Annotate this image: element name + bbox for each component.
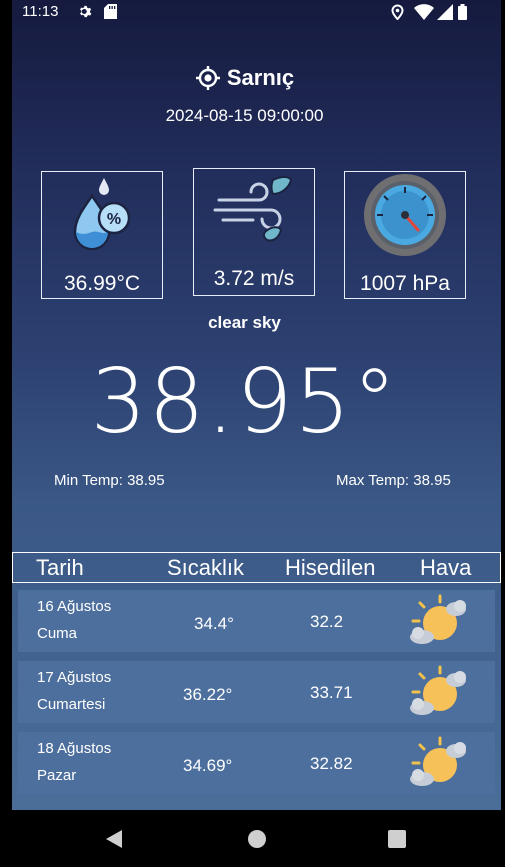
header-date: Tarih xyxy=(36,555,84,580)
header-feels-like: Hisedilen xyxy=(285,555,376,580)
weather-description: clear sky xyxy=(208,313,281,332)
row-feels-like: 33.71 xyxy=(310,683,353,702)
forecast-row[interactable]: 17 Ağustos Cumartesi 36.22° 33.71 xyxy=(18,661,495,723)
svg-text:%: % xyxy=(107,211,121,228)
barometer-icon xyxy=(364,174,446,256)
header-weather: Hava xyxy=(420,555,472,580)
recents-button[interactable] xyxy=(388,830,406,848)
datetime-label: 2024-08-15 09:00:00 xyxy=(165,106,324,125)
forecast-row[interactable]: 18 Ağustos Pazar 34.69° 32.82 xyxy=(18,732,495,794)
status-bar: 11:13 xyxy=(0,0,505,24)
pressure-value: 1007 hPa xyxy=(360,272,450,295)
forecast-table-header: Tarih Sıcaklık Hisedilen Hava xyxy=(12,552,501,583)
home-button[interactable] xyxy=(247,829,267,849)
humidity-icon: % xyxy=(73,178,131,251)
location-icon xyxy=(391,4,404,20)
forecast-row[interactable]: 16 Ağustos Cuma 34.4° 32.2 xyxy=(18,590,495,652)
row-date: 16 Ağustos xyxy=(37,598,112,615)
row-temperature: 34.4° xyxy=(194,614,234,633)
humidity-value: 36.99°C xyxy=(63,272,141,295)
partly-cloudy-icon xyxy=(410,594,466,644)
row-feels-like: 32.2 xyxy=(310,612,344,631)
navigation-bar xyxy=(0,810,505,867)
gps-target-icon xyxy=(195,66,220,91)
row-date: 17 Ağustos xyxy=(37,669,112,686)
row-temperature: 34.69° xyxy=(183,756,233,775)
wifi-icon xyxy=(414,4,434,20)
humidity-card: % 36.99°C xyxy=(41,171,163,299)
pressure-card: 1007 hPa xyxy=(344,171,466,299)
signal-icon xyxy=(437,4,453,20)
current-temperature: 38.95° xyxy=(90,350,399,453)
battery-icon xyxy=(458,4,467,20)
wind-card: 3.72 m/s xyxy=(193,168,315,296)
location-title: Sarnıç xyxy=(0,64,489,91)
location-name: Sarnıç xyxy=(226,65,295,91)
row-temperature: 36.22° xyxy=(183,685,233,704)
row-day: Cuma xyxy=(37,625,78,642)
row-day: Cumartesi xyxy=(37,696,106,713)
status-time: 11:13 xyxy=(22,3,59,20)
settings-icon xyxy=(80,5,92,18)
wind-value: 3.72 m/s xyxy=(213,267,295,290)
row-feels-like: 32.82 xyxy=(310,754,353,773)
wind-icon xyxy=(213,176,293,242)
back-button[interactable] xyxy=(105,829,123,849)
row-day: Pazar xyxy=(37,767,77,784)
partly-cloudy-icon xyxy=(410,736,466,786)
header-temperature: Sıcaklık xyxy=(167,555,245,580)
min-temp-label: Min Temp: 38.95 xyxy=(54,472,165,489)
row-date: 18 Ağustos xyxy=(37,740,112,757)
max-temp-label: Max Temp: 38.95 xyxy=(336,472,451,489)
partly-cloudy-icon xyxy=(410,665,466,715)
sd-card-icon xyxy=(104,4,117,19)
